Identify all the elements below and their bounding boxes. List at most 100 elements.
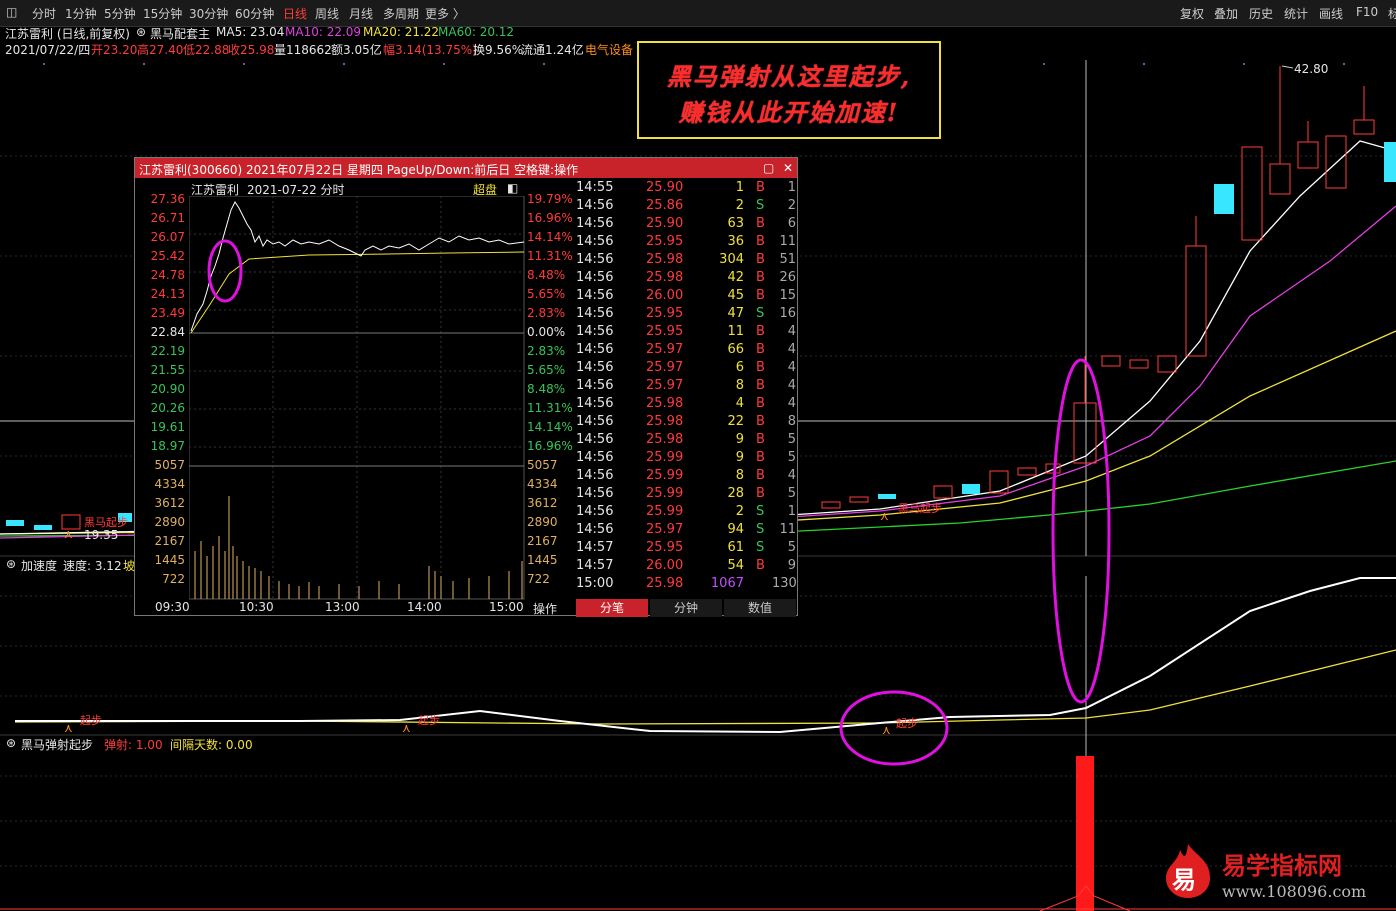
tab-30min[interactable]: 30分钟 [189,5,228,22]
maximize-icon[interactable]: ▢ [763,161,774,175]
volume-axis-label-right: 2890 [527,515,558,529]
price-axis-label: 25.42 [150,249,185,263]
tick-side: B [756,360,765,375]
tick-count: 26 [779,270,796,285]
tick-volume: 9 [735,450,744,465]
tab-weekly[interactable]: 周线 [315,5,339,22]
price-axis-label: 18.97 [150,439,185,453]
tick-volume: 2 [735,504,744,519]
tab-15min[interactable]: 15分钟 [143,5,182,22]
tick-side: B [756,450,765,465]
panel3-eject: 弹射: 1.00 [104,738,163,752]
volume-axis-label-right: 722 [527,572,550,586]
intraday-popup[interactable]: 江苏雷利(300660) 2021年07月22日 星期四 PageUp/Down… [134,157,798,617]
price-axis-label: 26.71 [150,211,185,225]
tick-price: 25.95 [646,306,684,321]
tick-time: 14:56 [576,288,614,303]
tick-count: 15 [779,288,796,303]
panel2-name[interactable]: 加速度 [21,557,57,574]
promo-callout: 黑马弹射从这里起步, 赚钱从此开始加速! [637,41,941,139]
tick-row: 14:56 25.95 36 B 11 [576,234,798,252]
tick-row: 14:56 25.98 9 B 5 [576,432,798,450]
price-axis-label: 22.84 [150,325,185,339]
tab-1min[interactable]: 1分钟 [65,5,97,22]
tick-time: 14:56 [576,486,614,501]
panel2-settings-icon[interactable]: ⊛ [6,557,16,571]
tick-time: 14:56 [576,234,614,249]
tick-time: 14:56 [576,468,614,483]
tick-side: S [756,522,765,537]
tick-row: 14:56 25.86 2 S 2 [576,198,798,216]
tab-monthly[interactable]: 月线 [349,5,373,22]
tick-price: 25.95 [646,324,684,339]
panel3-interval: 间隔天数: 0.00 [170,738,253,752]
tick-row: 14:56 25.98 4 B 4 [576,396,798,414]
tab-minutes[interactable]: 分钟 [650,599,722,617]
panel3-name[interactable]: 黑马弹射起步 [21,736,93,753]
time-axis-label: 09:30 [155,600,190,614]
tick-volume: 45 [727,288,744,303]
popup-toggle-icon[interactable]: ◧ [507,181,518,195]
popup-title-bar[interactable]: 江苏雷利(300660) 2021年07月22日 星期四 PageUp/Down… [135,158,797,178]
popup-operate-button[interactable]: 操作 [533,600,557,617]
fuquan-button[interactable]: 复权 [1180,5,1204,22]
tick-time: 14:56 [576,252,614,267]
tick-side: B [756,558,765,573]
draw-button[interactable]: 画线 [1319,5,1343,22]
tab-fenshi[interactable]: 分时 [32,5,56,22]
watermark-title: 易学指标网 [1222,852,1342,880]
tick-volume: 28 [727,486,744,501]
tab-5min[interactable]: 5分钟 [104,5,136,22]
tick-side: B [756,216,765,231]
close-icon[interactable]: ✕ [783,161,793,175]
tick-side: B [756,180,765,195]
tick-side: B [756,486,765,501]
history-button[interactable]: 历史 [1249,5,1273,22]
tick-volume: 1067 [710,576,744,591]
tab-ticks[interactable]: 分笔 [576,599,648,617]
price-axis-label: 26.07 [150,230,185,244]
price-axis-label: 20.90 [150,382,185,396]
time-axis-label: 14:00 [407,600,442,614]
tick-row: 14:56 25.97 66 B 4 [576,342,798,360]
tick-volume: 22 [727,414,744,429]
tick-count: 5 [787,540,796,555]
tick-time: 14:56 [576,360,614,375]
pct-axis-label: 8.48% [527,268,566,282]
tab-60min[interactable]: 60分钟 [235,5,274,22]
indicator-name[interactable]: 黑马配套主 [150,25,210,42]
tick-row: 14:56 25.97 94 S 11 [576,522,798,540]
signal-arrow-icon: ⋏ [882,723,891,737]
pct-axis-label: 16.96% [527,211,573,225]
tick-side: S [756,306,765,321]
volume-axis-label: 2167 [154,534,185,548]
tab-values[interactable]: 数值 [724,599,796,617]
tick-time: 14:56 [576,198,614,213]
tick-volume: 11 [727,324,744,339]
stats-button[interactable]: 统计 [1284,5,1308,22]
panel-toggle-icon[interactable]: ◫ [6,5,17,19]
tick-volume: 4 [735,396,744,411]
tick-price: 25.99 [646,450,684,465]
tick-time: 14:56 [576,378,614,393]
chart-title: 江苏雷利 (日线,前复权) [5,27,130,41]
indicator-settings-icon[interactable]: ⊛ [136,25,146,39]
tab-more[interactable]: 更多 〉 [425,5,465,22]
tab-daily[interactable]: 日线 [283,5,307,22]
tick-side: B [756,342,765,357]
tick-time: 14:56 [576,324,614,339]
tick-time: 14:56 [576,396,614,411]
mark-button[interactable]: 标 [1388,5,1396,22]
tick-row: 14:56 25.98 304 B 51 [576,252,798,270]
tab-multi-period[interactable]: 多周期 [383,5,419,22]
tick-row: 14:56 25.97 8 B 4 [576,378,798,396]
intraday-chart[interactable] [189,196,525,600]
panel3-settings-icon[interactable]: ⊛ [6,736,16,750]
tick-volume: 304 [719,252,744,267]
ma5-value: MA5: 23.04 [216,25,285,39]
tick-count: 4 [787,396,796,411]
period-toolbar: ◫ 分时 1分钟 5分钟 15分钟 30分钟 60分钟 日线 周线 月线 多周期… [0,0,1396,27]
tick-time: 14:56 [576,504,614,519]
overlay-button[interactable]: 叠加 [1214,5,1238,22]
f10-button[interactable]: F10 [1356,5,1378,19]
